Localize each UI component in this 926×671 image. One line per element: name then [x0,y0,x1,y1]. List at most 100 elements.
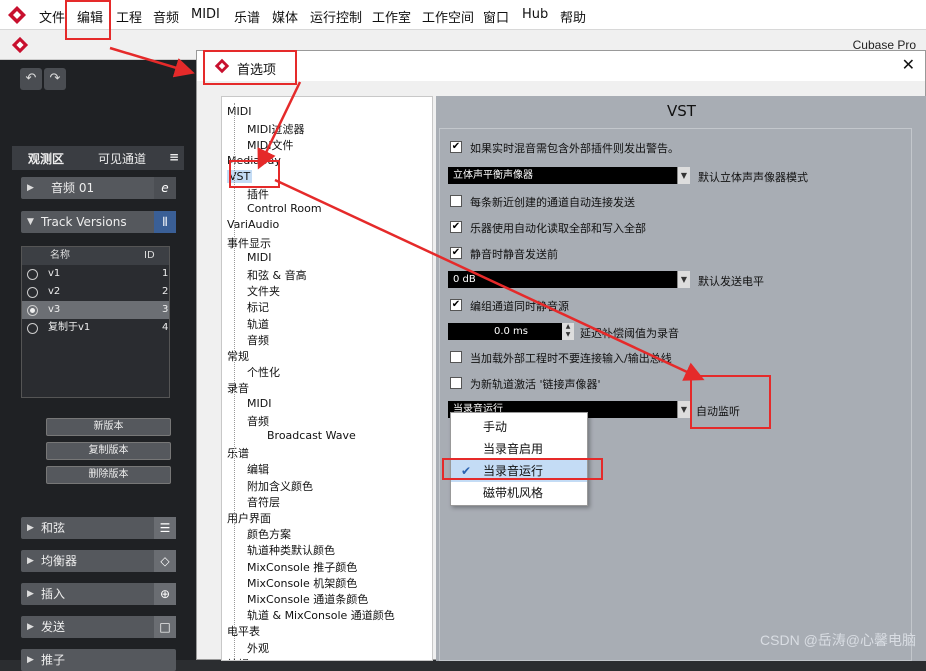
tree-item[interactable]: MIDI过滤器 [247,121,304,137]
stepper-icon[interactable]: ▲ ▼ [562,323,574,340]
menu-workspaces[interactable]: 工作空间 [422,7,474,26]
menu-file[interactable]: 文件 [39,7,65,26]
edit-instrument-icon[interactable]: e [154,177,176,199]
menu-media[interactable]: 媒体 [272,7,298,26]
menu-window[interactable]: 窗口 [483,7,509,26]
chevron-down-icon: ▼ [677,271,690,288]
tree-item[interactable]: MixConsole 推子颜色 [247,559,357,575]
pan-mode-label: 默认立体声声像器模式 [698,171,808,184]
instrument-automation-checkbox[interactable]: ✔ [450,221,462,233]
tree-item[interactable]: 插件 [247,186,269,202]
menu-score[interactable]: 乐谱 [234,7,260,26]
menu-transport[interactable]: 运行控制 [310,7,362,26]
tree-item[interactable]: 常规 [227,348,249,364]
radio-icon[interactable] [27,287,38,298]
eq-icon[interactable]: ◇ [154,550,176,572]
tree-item[interactable]: 个性化 [247,364,280,380]
tree-item[interactable]: MIDI [247,251,271,264]
expand-icon: ▶ [27,655,34,665]
versions-table: 名称 ID v1 1 v2 2 v3 3 复制于v1 4 [21,246,170,398]
no-connect-external-checkbox[interactable] [450,351,462,363]
tree-item[interactable]: 音频 [247,332,269,348]
delete-version-button[interactable]: 删除版本 [46,466,171,484]
tree-item[interactable]: 附加含义颜色 [247,478,313,494]
table-row[interactable]: 复制于v1 4 [22,319,169,337]
menu-midi[interactable]: MIDI [191,7,220,22]
auto-connect-sends-checkbox[interactable] [450,195,462,207]
duplicate-version-button[interactable]: 复制版本 [46,442,171,460]
tree-item[interactable]: MixConsole 通道条颜色 [247,591,368,607]
tree-item[interactable]: MixConsole 机架颜色 [247,575,357,591]
menu-icon[interactable]: ≡ [169,150,179,164]
tree-item[interactable]: 轨道 [247,316,269,332]
section-eq[interactable]: ▶ 均衡器 ◇ [21,550,176,572]
tree-item[interactable]: 标记 [247,299,269,315]
table-row[interactable]: v3 3 [22,301,169,319]
tab-inspector[interactable]: 观测区 [28,150,64,167]
tree-item[interactable]: MIDI文件 [247,137,293,153]
undo-button[interactable]: ↶ [20,68,42,90]
tree-item[interactable]: 外观 [247,640,269,656]
tree-item[interactable]: 编辑 [247,461,269,477]
tree-item[interactable]: MIDI [227,105,251,118]
radio-icon[interactable] [27,323,38,334]
tree-item[interactable]: 轨道 & MixConsole 通道颜色 [247,607,395,623]
tree-item[interactable]: 音符层 [247,494,280,510]
redo-button[interactable]: ↷ [44,68,66,90]
menu-help[interactable]: 帮助 [560,7,586,26]
group-mute-label: 编组通道同时静音源 [470,300,569,313]
track-versions-row[interactable]: ▼ Track Versions ⫴ [21,211,176,233]
tree-item[interactable]: 颜色方案 [247,526,291,542]
version-id: 2 [162,286,169,297]
menu-item-label: 磁带机风格 [483,486,544,500]
menu-studio[interactable]: 工作室 [372,7,411,26]
tree-item[interactable]: 音频 [247,413,269,429]
sends-icon[interactable]: □ [154,616,176,638]
section-chords[interactable]: ▶ 和弦 ☰ [21,517,176,539]
track-versions-icon[interactable]: ⫴ [154,211,176,233]
tree-item[interactable]: 电平表 [227,623,260,639]
section-fader[interactable]: ▶ 推子 [21,649,176,671]
warn-external-checkbox[interactable]: ✔ [450,141,462,153]
table-row[interactable]: v2 2 [22,283,169,301]
tree-item[interactable]: 录音 [227,380,249,396]
section-sends[interactable]: ▶ 发送 □ [21,616,176,638]
tree-item[interactable]: 乐谱 [227,445,249,461]
mute-pre-send-checkbox[interactable]: ✔ [450,247,462,259]
radio-selected-icon[interactable] [27,305,38,316]
delay-comp-value: 0.0 ms [493,326,529,337]
menu-item-record-enable[interactable]: 当录音启用 [451,438,587,460]
tree-item[interactable]: 和弦 & 音高 [247,267,307,283]
table-row[interactable]: v1 1 [22,265,169,283]
tree-item[interactable]: 编辑 [227,656,249,660]
version-id: 3 [162,304,169,315]
link-panner-checkbox[interactable] [450,377,462,389]
pan-mode-dropdown[interactable]: 立体声平衡声像器 ▼ [448,167,690,184]
tree-item[interactable]: Control Room [247,202,322,215]
chevron-down-icon: ▼ [677,401,690,418]
chords-icon[interactable]: ☰ [154,517,176,539]
new-version-button[interactable]: 新版本 [46,418,171,436]
radio-icon[interactable] [27,269,38,280]
tab-visibility[interactable]: 可见通道 [98,150,146,167]
menu-bar: 文件 编辑 工程 音频 MIDI 乐谱 媒体 运行控制 工作室 工作空间 窗口 … [0,0,926,30]
track-name-row[interactable]: ▶ 音频 01 e [21,177,176,199]
tree-item[interactable]: 文件夹 [247,283,280,299]
send-level-value: 0 dB [453,274,476,285]
delay-comp-spinner[interactable]: 0.0 ms ▲ ▼ [448,323,574,340]
pan-mode-value: 立体声平衡声像器 [453,170,533,181]
menu-audio[interactable]: 音频 [153,7,179,26]
send-level-dropdown[interactable]: 0 dB ▼ [448,271,690,288]
menu-project[interactable]: 工程 [116,7,142,26]
menu-item-manual[interactable]: 手动 [451,416,587,438]
menu-item-tape-machine[interactable]: 磁带机风格 [451,482,587,504]
tree-item[interactable]: Broadcast Wave [267,429,356,442]
tree-item[interactable]: 轨道种类默认颜色 [247,542,335,558]
tree-item[interactable]: MIDI [247,397,271,410]
menu-hub[interactable]: Hub [522,7,548,22]
inserts-icon[interactable]: ⊕ [154,583,176,605]
section-inserts[interactable]: ▶ 插入 ⊕ [21,583,176,605]
annotation-box-auto-monitor [690,375,771,429]
group-mute-checkbox[interactable]: ✔ [450,299,462,311]
close-icon[interactable]: ✕ [902,55,915,74]
